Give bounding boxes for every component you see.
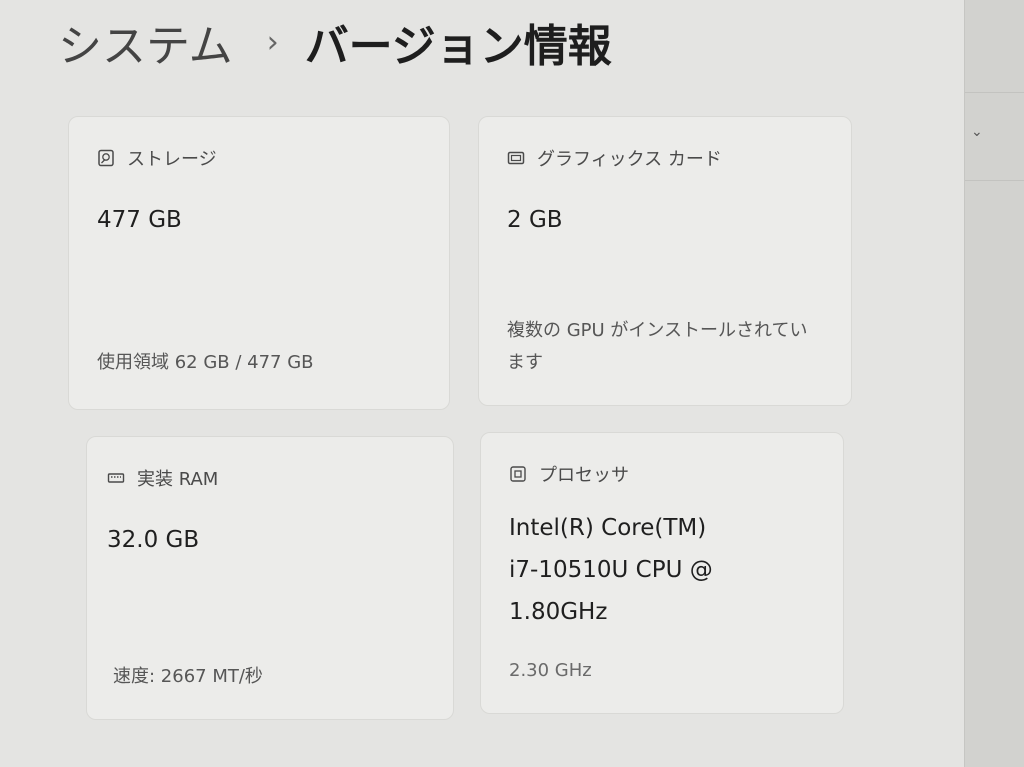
page-title: バージョン情報 [304,21,612,72]
storage-card-header: ストレージ [97,145,217,171]
display-adapter-icon [507,149,525,167]
processor-title: プロセッサ [539,465,629,486]
ram-title: 実装 RAM [137,469,219,490]
graphics-value: 2 GB [507,207,563,233]
storage-card: ストレージ 477 GB 使用領域 62 GB / 477 GB [68,116,450,410]
processor-card: プロセッサ Intel(R) Core(TM) i7-10510U CPU @ … [480,432,844,714]
storage-usage: 使用領域 62 GB / 477 GB [97,352,314,373]
graphics-card-header: グラフィックス カード [507,145,722,171]
graphics-detail-line2: ます [507,352,543,373]
processor-name: Intel(R) Core(TM) i7-10510U CPU @ 1.80GH… [509,507,713,633]
chevron-down-icon[interactable]: ⌄ [971,124,983,140]
processor-name-line2: i7-10510U CPU @ [509,557,713,583]
processor-name-line1: Intel(R) Core(TM) [509,515,707,541]
storage-title: ストレージ [127,149,217,170]
graphics-detail-line1: 複数の GPU がインストールされてい [507,320,808,341]
processor-card-header: プロセッサ [509,461,629,487]
ram-card-header: 実装 RAM [107,465,218,491]
processor-name-line3: 1.80GHz [509,599,608,625]
ram-speed: 速度: 2667 MT/秒 [113,666,263,687]
breadcrumb: システム › バージョン情報 [58,10,612,74]
ram-card: 実装 RAM 32.0 GB 速度: 2667 MT/秒 [86,436,454,720]
cpu-chip-icon [509,465,527,483]
breadcrumb-separator: › [266,24,279,60]
adjacent-panel-divider [965,92,1024,93]
adjacent-panel: ⌄ [964,0,1024,767]
graphics-card: グラフィックス カード 2 GB 複数の GPU がインストールされてい ます [478,116,852,406]
storage-value: 477 GB [97,207,182,233]
graphics-detail: 複数の GPU がインストールされてい ます [507,315,808,379]
settings-window: システム › バージョン情報 ストレージ 477 GB 使用領域 62 GB /… [0,0,964,767]
hard-drive-icon [97,149,115,167]
breadcrumb-system-link[interactable]: システム [58,10,233,74]
memory-icon [107,469,125,487]
ram-value: 32.0 GB [107,527,200,553]
adjacent-panel-divider [965,180,1024,181]
graphics-title: グラフィックス カード [537,149,722,170]
processor-clock: 2.30 GHz [509,660,592,681]
